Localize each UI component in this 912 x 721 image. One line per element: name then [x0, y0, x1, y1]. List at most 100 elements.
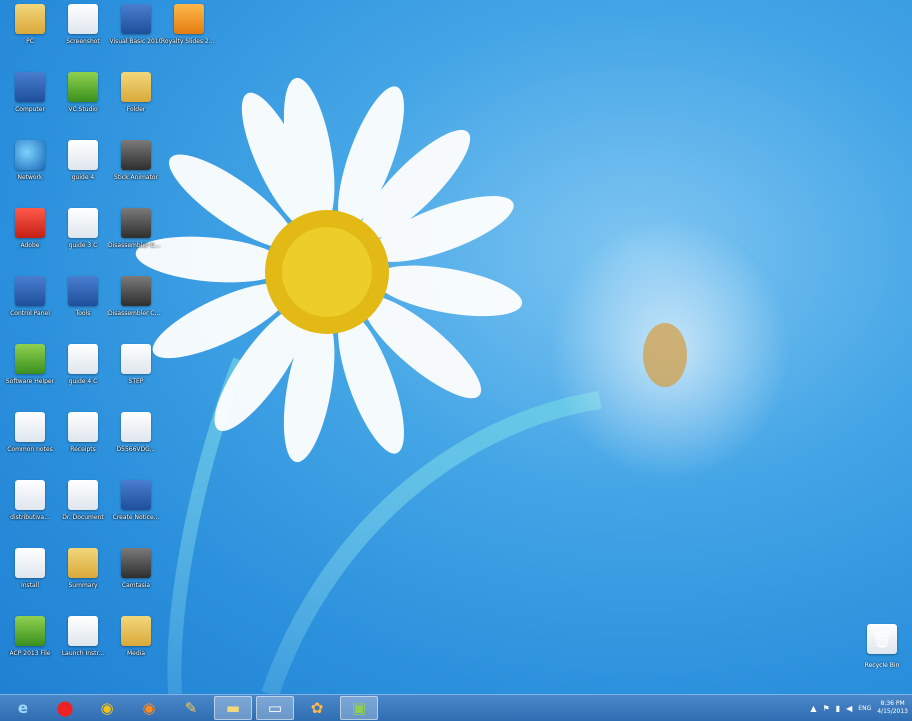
desktop-icon-vc-studio[interactable]: VC Studio [55, 72, 111, 138]
taskbar: e ⬤ ◉ ◉ ✎ ▬ ▭ ✿ ▣ ▲ ⚑ ▮ ◀ ENG 8:36 PM 4/… [0, 694, 912, 721]
software-helper-icon [15, 344, 45, 374]
desktop-icon-receipts[interactable]: Receipts [55, 412, 111, 478]
desktop-icon-label: guide 3 C [68, 242, 98, 249]
desktop-icon-label: Summary [68, 582, 98, 589]
desktop-icon-label: distributiva... [10, 514, 50, 521]
pencil-icon: ✎ [184, 699, 198, 717]
desktop-icon-label: PC [26, 38, 34, 45]
clock[interactable]: 8:36 PM 4/15/2013 [877, 700, 908, 716]
desktop-icon-label: Camtasia [121, 582, 151, 589]
desktop-icon-software-helper[interactable]: Software Helper [2, 344, 58, 410]
taskbar-paint[interactable]: ✿ [298, 696, 336, 720]
desktop-icon-install[interactable]: Install [2, 548, 58, 614]
tools-icon [68, 276, 98, 306]
summary-icon [68, 548, 98, 578]
desktop-icon-label: Tools [75, 310, 91, 317]
disassembler-icon [121, 208, 151, 238]
paint-icon: ✿ [310, 699, 324, 717]
step-icon [121, 344, 151, 374]
system-tray: ▲ ⚑ ▮ ◀ ENG 8:36 PM 4/15/2013 [810, 695, 908, 721]
desktop-icon-adobe[interactable]: Adobe [2, 208, 58, 274]
desktop-icon-tools[interactable]: Tools [55, 276, 111, 342]
desktop-icon-distributiva[interactable]: distributiva... [2, 480, 58, 546]
desktop-icon-label: Launch Instr... [61, 650, 105, 657]
camtasia-icon: ▭ [267, 699, 283, 717]
desktop-icon-d5566[interactable]: D5566VDG... [108, 412, 164, 478]
taskbar-firefox[interactable]: ◉ [130, 696, 168, 720]
desktop-icon-royalty-slides[interactable]: Royalty Slides 2013 [161, 4, 217, 70]
taskbar-control-panel[interactable]: ▣ [340, 696, 378, 720]
desktop-icon-media[interactable]: Media [108, 616, 164, 682]
taskbar-pencil[interactable]: ✎ [172, 696, 210, 720]
desktop-icon-label: STEP [128, 378, 144, 385]
royalty-slides-icon [174, 4, 204, 34]
desktop-icon-step[interactable]: STEP [108, 344, 164, 410]
desktop-icon-label: ACP 2013 File [9, 650, 51, 657]
desktop-icon-dr-document[interactable]: Dr. Document [55, 480, 111, 546]
desktop-icon-label: Receipts [70, 446, 96, 453]
desktop-icon-summary[interactable]: Summary [55, 548, 111, 614]
recycle-bin-label: Recycle Bin [864, 662, 900, 669]
desktop-icon-disassembler[interactable]: Disassembler Compiler [108, 208, 164, 274]
desktop-icon-stick-animator[interactable]: Stick Animator [108, 140, 164, 206]
distributiva-icon [15, 480, 45, 510]
desktop-icon-visual-basic[interactable]: Visual Basic 2010 [108, 4, 164, 70]
desktop-icon-launch-instr[interactable]: Launch Instr... [55, 616, 111, 682]
taskbar-camtasia[interactable]: ▭ [256, 696, 294, 720]
desktop-icon-label: Computer [15, 106, 45, 113]
show-hidden-icons-icon[interactable]: ▲ [810, 704, 816, 713]
firefox-icon: ◉ [142, 699, 156, 717]
dr-document-icon [68, 480, 98, 510]
create-notice-icon [121, 480, 151, 510]
disassembler-64-icon [121, 276, 151, 306]
desktop-icon-disassembler-64[interactable]: Disassembler Compiler 64 [108, 276, 164, 342]
desktop-icon-control-panel[interactable]: Control Panel [2, 276, 58, 342]
desktop-icon-guide-4[interactable]: guide 4 [55, 140, 111, 206]
network-icon [15, 140, 45, 170]
adobe-icon [15, 208, 45, 238]
folder-icon [121, 72, 151, 102]
chrome-icon: ◉ [100, 699, 114, 717]
install-icon [15, 548, 45, 578]
desktop-icon-common-notes[interactable]: Common notes [2, 412, 58, 478]
camtasia-icon [121, 548, 151, 578]
desktop-icon-screenshot[interactable]: Screenshot [55, 4, 111, 70]
desktop-icon-label: Stick Animator [113, 174, 159, 181]
desktop-icon-label: D5566VDG... [116, 446, 156, 453]
network-icon[interactable]: ▮ [836, 704, 840, 713]
desktop-icon-computer[interactable]: Computer [2, 72, 58, 138]
desktop-icon-label: Disassembler Compiler 64 [108, 310, 164, 317]
taskbar-opera[interactable]: ⬤ [46, 696, 84, 720]
clock-time: 8:36 PM [880, 700, 905, 707]
desktop-icon-label: guide 4 [71, 174, 95, 181]
desktop-icon-folder[interactable]: Folder [108, 72, 164, 138]
taskbar-internet-explorer[interactable]: e [4, 696, 42, 720]
action-center-icon[interactable]: ⚑ [823, 704, 830, 713]
desktop-icon-network[interactable]: Network [2, 140, 58, 206]
visual-basic-icon [121, 4, 151, 34]
computer-icon [15, 72, 45, 102]
desktop-icon-guide-3c[interactable]: guide 3 C [55, 208, 111, 274]
recycle-bin[interactable]: 🗑 Recycle Bin [856, 624, 908, 690]
desktop-icon-guide-4c[interactable]: guide 4 C [55, 344, 111, 410]
taskbar-chrome[interactable]: ◉ [88, 696, 126, 720]
stick-animator-icon [121, 140, 151, 170]
desktop-icon-acp-file[interactable]: ACP 2013 File [2, 616, 58, 682]
guide-3c-icon [68, 208, 98, 238]
acp-file-icon [15, 616, 45, 646]
desktop-icon-pc[interactable]: PC [2, 4, 58, 70]
desktop-icon-label: Common notes [7, 446, 53, 453]
desktop-icon-label: Software Helper [5, 378, 55, 385]
desktop-icon-label: Control Panel [10, 310, 50, 317]
media-icon [121, 616, 151, 646]
desktop-icon-create-notice[interactable]: Create Notice... [108, 480, 164, 546]
screenshot-icon [68, 4, 98, 34]
desktop-icon-label: Install [20, 582, 40, 589]
volume-icon[interactable]: ◀ [846, 704, 852, 713]
common-notes-icon [15, 412, 45, 442]
language-indicator[interactable]: ENG [858, 705, 871, 712]
taskbar-file-explorer[interactable]: ▬ [214, 696, 252, 720]
desktop-icon-label: Dr. Document [62, 514, 104, 521]
desktop-icon-label: Media [126, 650, 146, 657]
desktop-icon-camtasia[interactable]: Camtasia [108, 548, 164, 614]
